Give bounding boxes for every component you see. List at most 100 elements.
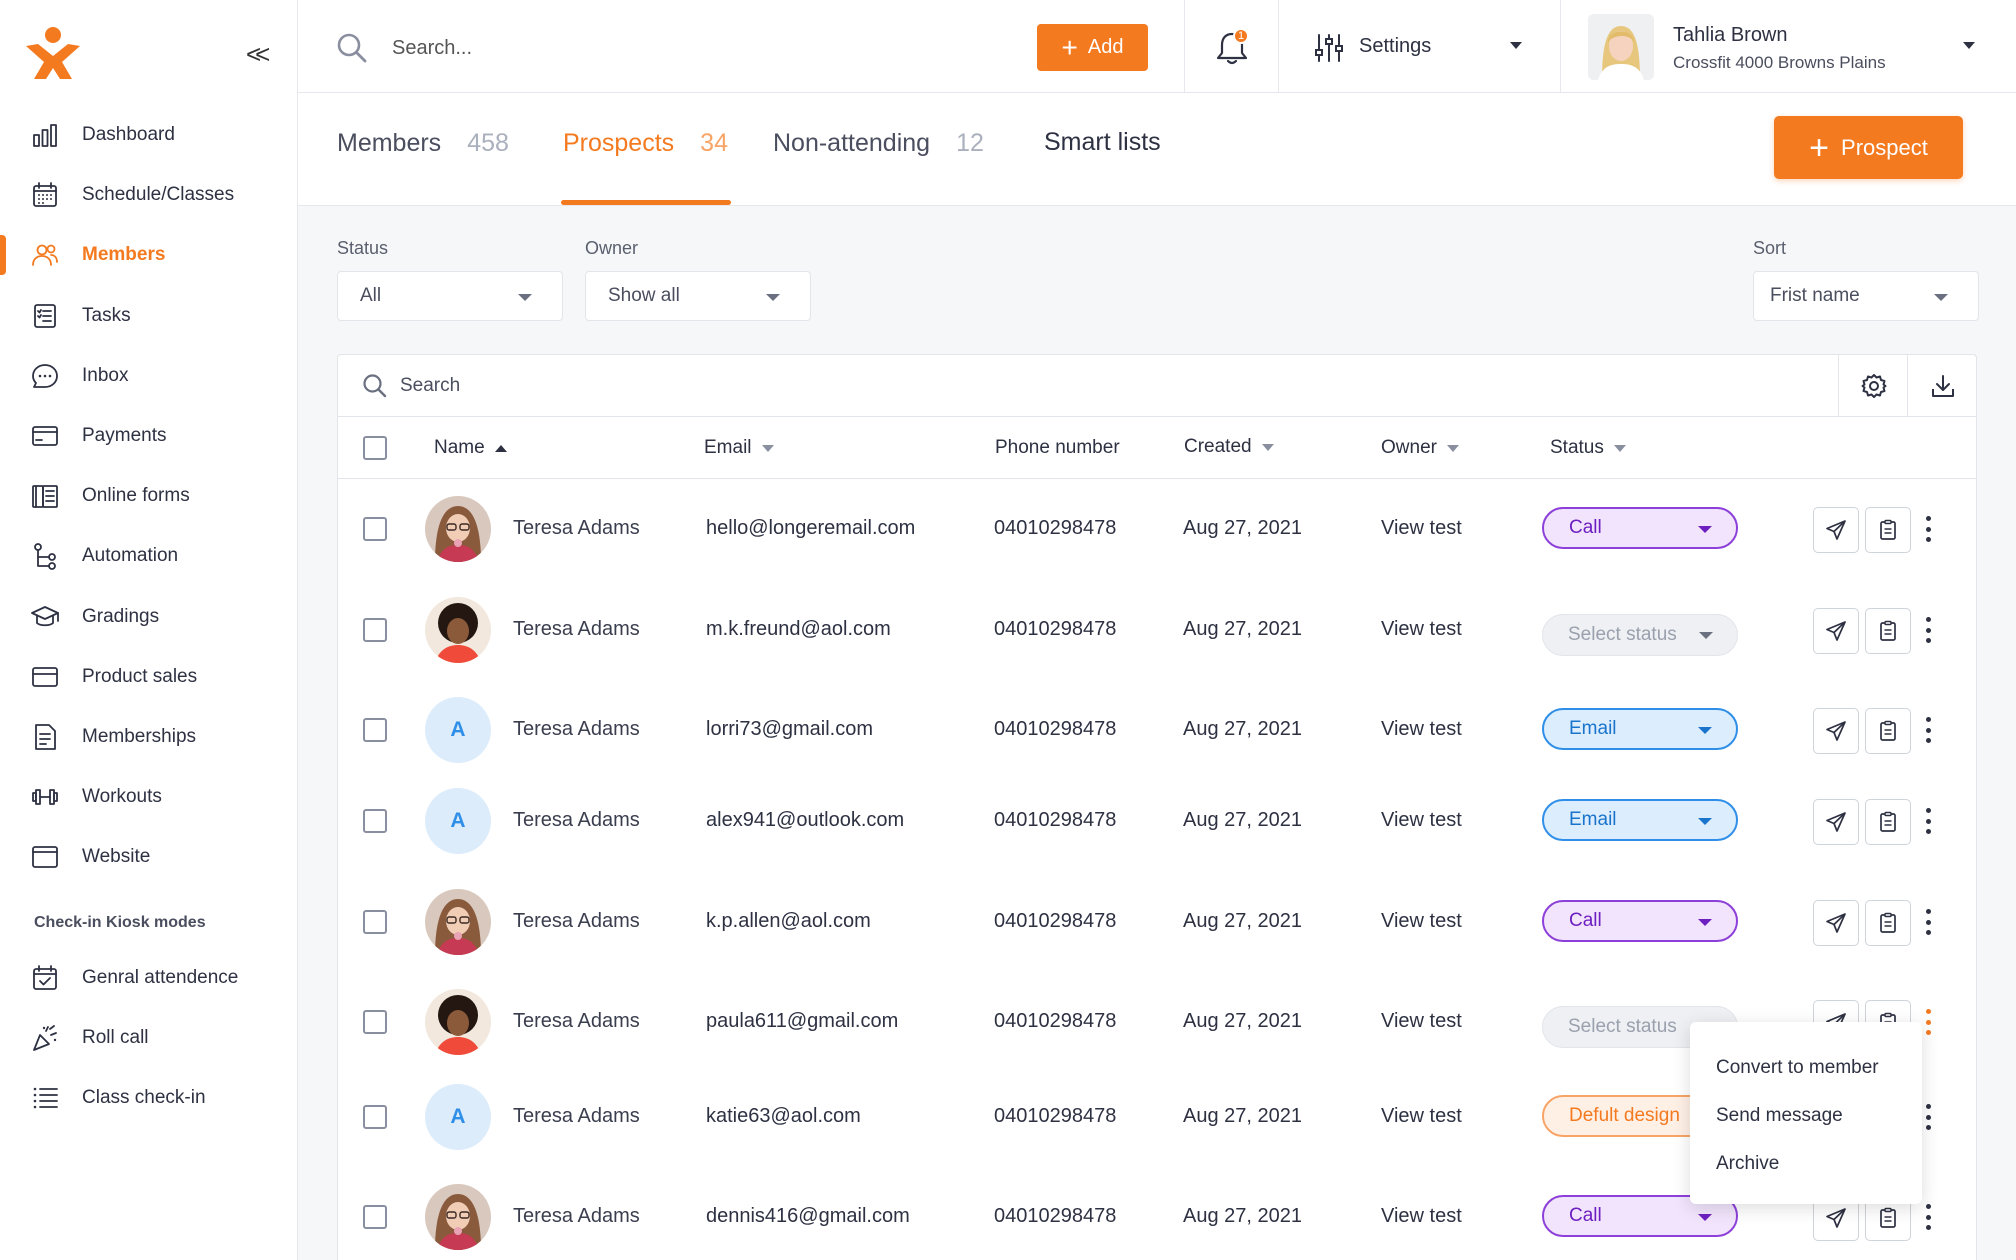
table-download-button[interactable] [1907, 355, 1976, 417]
more-actions-kebab-icon[interactable] [1918, 511, 1938, 547]
add-note-button[interactable] [1865, 608, 1911, 654]
row-checkbox[interactable] [363, 718, 387, 742]
add-note-button[interactable] [1865, 507, 1911, 553]
sidebar-item-memberships[interactable]: Memberships [0, 707, 298, 767]
row-checkbox[interactable] [363, 618, 387, 642]
sidebar-item-schedule-classes[interactable]: Schedule/Classes [0, 165, 298, 225]
prospect-owner[interactable]: View test [1381, 1205, 1462, 1228]
prospect-name[interactable]: Teresa Adams [513, 1010, 640, 1033]
column-header-name[interactable]: Name [434, 437, 507, 459]
list-icon [30, 1083, 60, 1113]
send-message-button[interactable] [1813, 708, 1859, 754]
owner-filter-select[interactable]: Show all [585, 271, 811, 321]
party-icon [30, 1023, 60, 1053]
table-row[interactable]: A Teresa Adams alex941@outlook.com 04010… [338, 771, 1976, 871]
user-avatar[interactable] [1588, 14, 1654, 80]
sidebar-item-tasks[interactable]: Tasks [0, 286, 298, 346]
sidebar-item-gradings[interactable]: Gradings [0, 587, 298, 647]
more-actions-kebab-icon[interactable] [1918, 803, 1938, 839]
send-message-button[interactable] [1813, 799, 1859, 845]
tab-smart-lists[interactable]: Smart lists [1044, 128, 1161, 157]
add-note-button[interactable] [1865, 708, 1911, 754]
sidebar-item-dashboard[interactable]: Dashboard [0, 105, 298, 165]
sidebar-item-roll-call[interactable]: Roll call [0, 1008, 298, 1068]
prospect-owner[interactable]: View test [1381, 1010, 1462, 1033]
prospect-owner[interactable]: View test [1381, 1105, 1462, 1128]
column-header-status[interactable]: Status [1550, 437, 1626, 459]
add-prospect-button[interactable]: + Prospect [1774, 116, 1963, 179]
send-message-button[interactable] [1813, 608, 1859, 654]
status-value: Call [1569, 1205, 1602, 1226]
status-filter-select[interactable]: All [337, 271, 563, 321]
table-row[interactable]: A Teresa Adams lorri73@gmail.com 0401029… [338, 680, 1976, 780]
sidebar-item-class-check-in[interactable]: Class check-in [0, 1068, 298, 1128]
prospect-owner[interactable]: View test [1381, 618, 1462, 641]
prospect-name[interactable]: Teresa Adams [513, 718, 640, 741]
tab-non-attending[interactable]: Non-attending 12 [773, 129, 984, 158]
prospect-name[interactable]: Teresa Adams [513, 618, 640, 641]
table-settings-button[interactable] [1838, 355, 1908, 417]
more-actions-kebab-icon[interactable] [1918, 904, 1938, 940]
status-select[interactable]: Call [1542, 507, 1738, 549]
add-note-button[interactable] [1865, 900, 1911, 946]
user-name[interactable]: Tahlia Brown [1673, 24, 1788, 47]
convert-to-member-menu-item[interactable]: Convert to member [1690, 1044, 1922, 1092]
more-actions-kebab-icon[interactable] [1918, 1199, 1938, 1235]
select-all-checkbox[interactable] [363, 436, 387, 460]
column-header-email[interactable]: Email [704, 437, 774, 459]
row-checkbox[interactable] [363, 1205, 387, 1229]
prospect-owner[interactable]: View test [1381, 718, 1462, 741]
prospect-owner[interactable]: View test [1381, 809, 1462, 832]
caret-down-icon [518, 294, 532, 301]
status-select[interactable]: Select status [1542, 614, 1738, 656]
chevron-down-icon[interactable] [1963, 42, 1975, 49]
prospect-email: lorri73@gmail.com [706, 718, 874, 740]
sidebar-item-online-forms[interactable]: Online forms [0, 466, 298, 526]
sidebar-item-payments[interactable]: Payments [0, 406, 298, 466]
sidebar-item-automation[interactable]: Automation [0, 526, 298, 586]
sidebar-item-product-sales[interactable]: Product sales [0, 647, 298, 707]
row-checkbox[interactable] [363, 809, 387, 833]
tab-members[interactable]: Members 458 [337, 129, 509, 158]
add-button[interactable]: + Add [1037, 24, 1148, 71]
status-select[interactable]: Email [1542, 799, 1738, 841]
row-checkbox[interactable] [363, 517, 387, 541]
table-row[interactable]: Teresa Adams hello@longeremail.com 04010… [338, 479, 1976, 579]
sidebar-item-workouts[interactable]: Workouts [0, 767, 298, 827]
row-checkbox[interactable] [363, 910, 387, 934]
column-header-owner[interactable]: Owner [1381, 437, 1459, 459]
table-row[interactable]: Teresa Adams k.p.allen@aol.com 040102984… [338, 872, 1976, 972]
table-search-input[interactable] [400, 367, 1400, 405]
prospect-name[interactable]: Teresa Adams [513, 809, 640, 832]
prospect-name[interactable]: Teresa Adams [513, 517, 640, 540]
settings-menu-label[interactable]: Settings [1359, 35, 1431, 58]
chevron-down-icon[interactable] [1510, 42, 1522, 49]
tab-prospects[interactable]: Prospects 34 [563, 129, 728, 158]
more-actions-kebab-icon[interactable] [1918, 712, 1938, 748]
global-search-input[interactable] [392, 28, 972, 68]
send-message-menu-item[interactable]: Send message [1690, 1092, 1922, 1140]
add-note-button[interactable] [1865, 799, 1911, 845]
more-actions-kebab-icon[interactable] [1918, 612, 1938, 648]
row-checkbox[interactable] [363, 1010, 387, 1034]
sidebar-item-website[interactable]: Website [0, 827, 298, 887]
sidebar-item-members[interactable]: Members [0, 225, 298, 285]
prospect-name[interactable]: Teresa Adams [513, 910, 640, 933]
status-select[interactable]: Email [1542, 708, 1738, 750]
collapse-sidebar-button[interactable]: << [246, 40, 271, 68]
table-row[interactable]: Teresa Adams m.k.freund@aol.com 04010298… [338, 580, 1976, 680]
send-message-button[interactable] [1813, 507, 1859, 553]
column-header-created[interactable]: Created [1184, 436, 1274, 458]
prospect-name[interactable]: Teresa Adams [513, 1205, 640, 1228]
person-logo-icon[interactable] [24, 26, 82, 80]
sidebar-item-inbox[interactable]: Inbox [0, 346, 298, 406]
prospect-name[interactable]: Teresa Adams [513, 1105, 640, 1128]
sort-select[interactable]: Frist name [1753, 271, 1979, 321]
status-select[interactable]: Call [1542, 900, 1738, 942]
prospect-owner[interactable]: View test [1381, 910, 1462, 933]
send-message-button[interactable] [1813, 900, 1859, 946]
prospect-owner[interactable]: View test [1381, 517, 1462, 540]
row-checkbox[interactable] [363, 1105, 387, 1129]
sidebar-item-genral-attendence[interactable]: Genral attendence [0, 948, 298, 1008]
archive-menu-item[interactable]: Archive [1690, 1140, 1922, 1188]
